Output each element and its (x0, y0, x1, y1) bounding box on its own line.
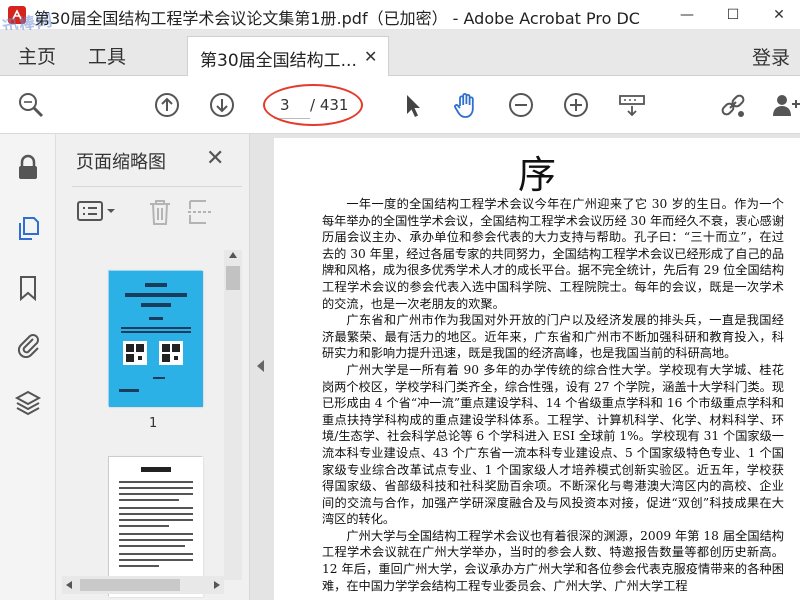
extract-page-icon[interactable] (186, 197, 214, 231)
close-window-button[interactable]: ✕ (756, 0, 800, 30)
thumbnail-page-2[interactable] (108, 456, 203, 597)
thumbnail-vertical-scrollbar[interactable] (224, 250, 242, 580)
bookmark-icon[interactable] (14, 274, 42, 302)
collapse-arrow-icon[interactable] (257, 360, 264, 372)
document-page: 序 一年一度的全国结构工程学术会议今年在广州迎来了它 30 岁的生日。作为一个每… (274, 138, 800, 600)
paragraph: 一年一度的全国结构工程学术会议今年在广州迎来了它 30 岁的生日。作为一个每年举… (322, 197, 785, 311)
delete-page-icon[interactable] (146, 197, 174, 231)
layers-icon[interactable] (14, 388, 42, 416)
panel-collapse-strip[interactable] (250, 134, 274, 600)
zoom-in-icon[interactable] (561, 90, 591, 120)
title-bar: 迅棒网 第30届全国结构工程学术会议论文集第1册.pdf（已加密） - Adob… (0, 0, 800, 36)
left-navigation-rail (0, 134, 56, 600)
page-heading: 序 (517, 153, 556, 197)
red-annotation-oval (263, 84, 363, 126)
tab-bar: 主页 工具 第30届全国结构工... ✕ 登录 (0, 30, 800, 76)
tab-home[interactable]: 主页 (18, 42, 56, 69)
horizontal-scrollbar-thumb[interactable] (80, 579, 180, 591)
thumbnail-page-number: 1 (149, 416, 158, 431)
document-viewport[interactable]: 序 一年一度的全国结构工程学术会议今年在广州迎来了它 30 岁的生日。作为一个每… (274, 134, 800, 600)
login-button[interactable]: 登录 (752, 43, 790, 70)
hand-tool-icon[interactable] (451, 90, 481, 120)
zoom-search-icon[interactable] (16, 90, 46, 120)
panel-toolbar (72, 186, 242, 236)
main-toolbar: / 431 (0, 77, 800, 134)
add-user-icon[interactable] (770, 90, 800, 120)
zoom-out-icon[interactable] (506, 90, 536, 120)
select-arrow-icon[interactable] (398, 90, 428, 120)
share-link-icon[interactable] (718, 90, 748, 120)
tab-document[interactable]: 第30届全国结构工... ✕ (187, 36, 389, 76)
thumbnail-list: 1 (64, 252, 244, 598)
paragraph: 广州大学是一所有着 90 多年的办学传统的综合性大学。学校现有大学城、桂花岗两个… (322, 362, 785, 527)
panel-title: 页面缩略图 (76, 152, 166, 173)
scroll-up-arrow-icon[interactable] (229, 252, 237, 258)
lock-icon[interactable] (14, 154, 42, 182)
maximize-button[interactable]: ☐ (710, 0, 756, 30)
paragraph: 广州大学与全国结构工程学术会议也有着很深的渊源，2009 年第 18 届全国结构… (322, 528, 784, 593)
page-thumbnails-icon[interactable] (14, 214, 42, 242)
page-thumbnails-panel: 页面缩略图 ✕ 1 (56, 134, 250, 600)
next-page-icon[interactable] (207, 90, 237, 120)
close-panel-button[interactable]: ✕ (206, 146, 224, 171)
scrollbar-thumb[interactable] (226, 266, 240, 290)
page-body: 一年一度的全国结构工程学术会议今年在广州迎来了它 30 岁的生日。作为一个每年举… (322, 196, 784, 594)
scroll-left-arrow-icon[interactable] (66, 581, 72, 589)
attachment-icon[interactable] (14, 330, 42, 359)
close-tab-button[interactable]: ✕ (364, 47, 377, 66)
prev-page-icon[interactable] (152, 90, 182, 120)
thumbnail-horizontal-scrollbar[interactable] (62, 576, 224, 594)
window-title: 第30届全国结构工程学术会议论文集第1册.pdf（已加密） - Adobe Ac… (34, 9, 640, 28)
tab-tools[interactable]: 工具 (88, 42, 126, 69)
minimize-button[interactable]: — (664, 0, 710, 30)
thumbnail-page-1[interactable] (108, 270, 203, 407)
scroll-mode-icon[interactable] (617, 90, 647, 120)
paragraph: 广东省和广州市作为我国对外开放的门户以及经济发展的排头兵，一直是我国经济最繁荣、… (322, 313, 784, 361)
thumbnail-options-icon[interactable] (76, 199, 120, 229)
document-tab-label: 第30届全国结构工... (200, 51, 357, 71)
scroll-right-arrow-icon[interactable] (214, 581, 220, 589)
